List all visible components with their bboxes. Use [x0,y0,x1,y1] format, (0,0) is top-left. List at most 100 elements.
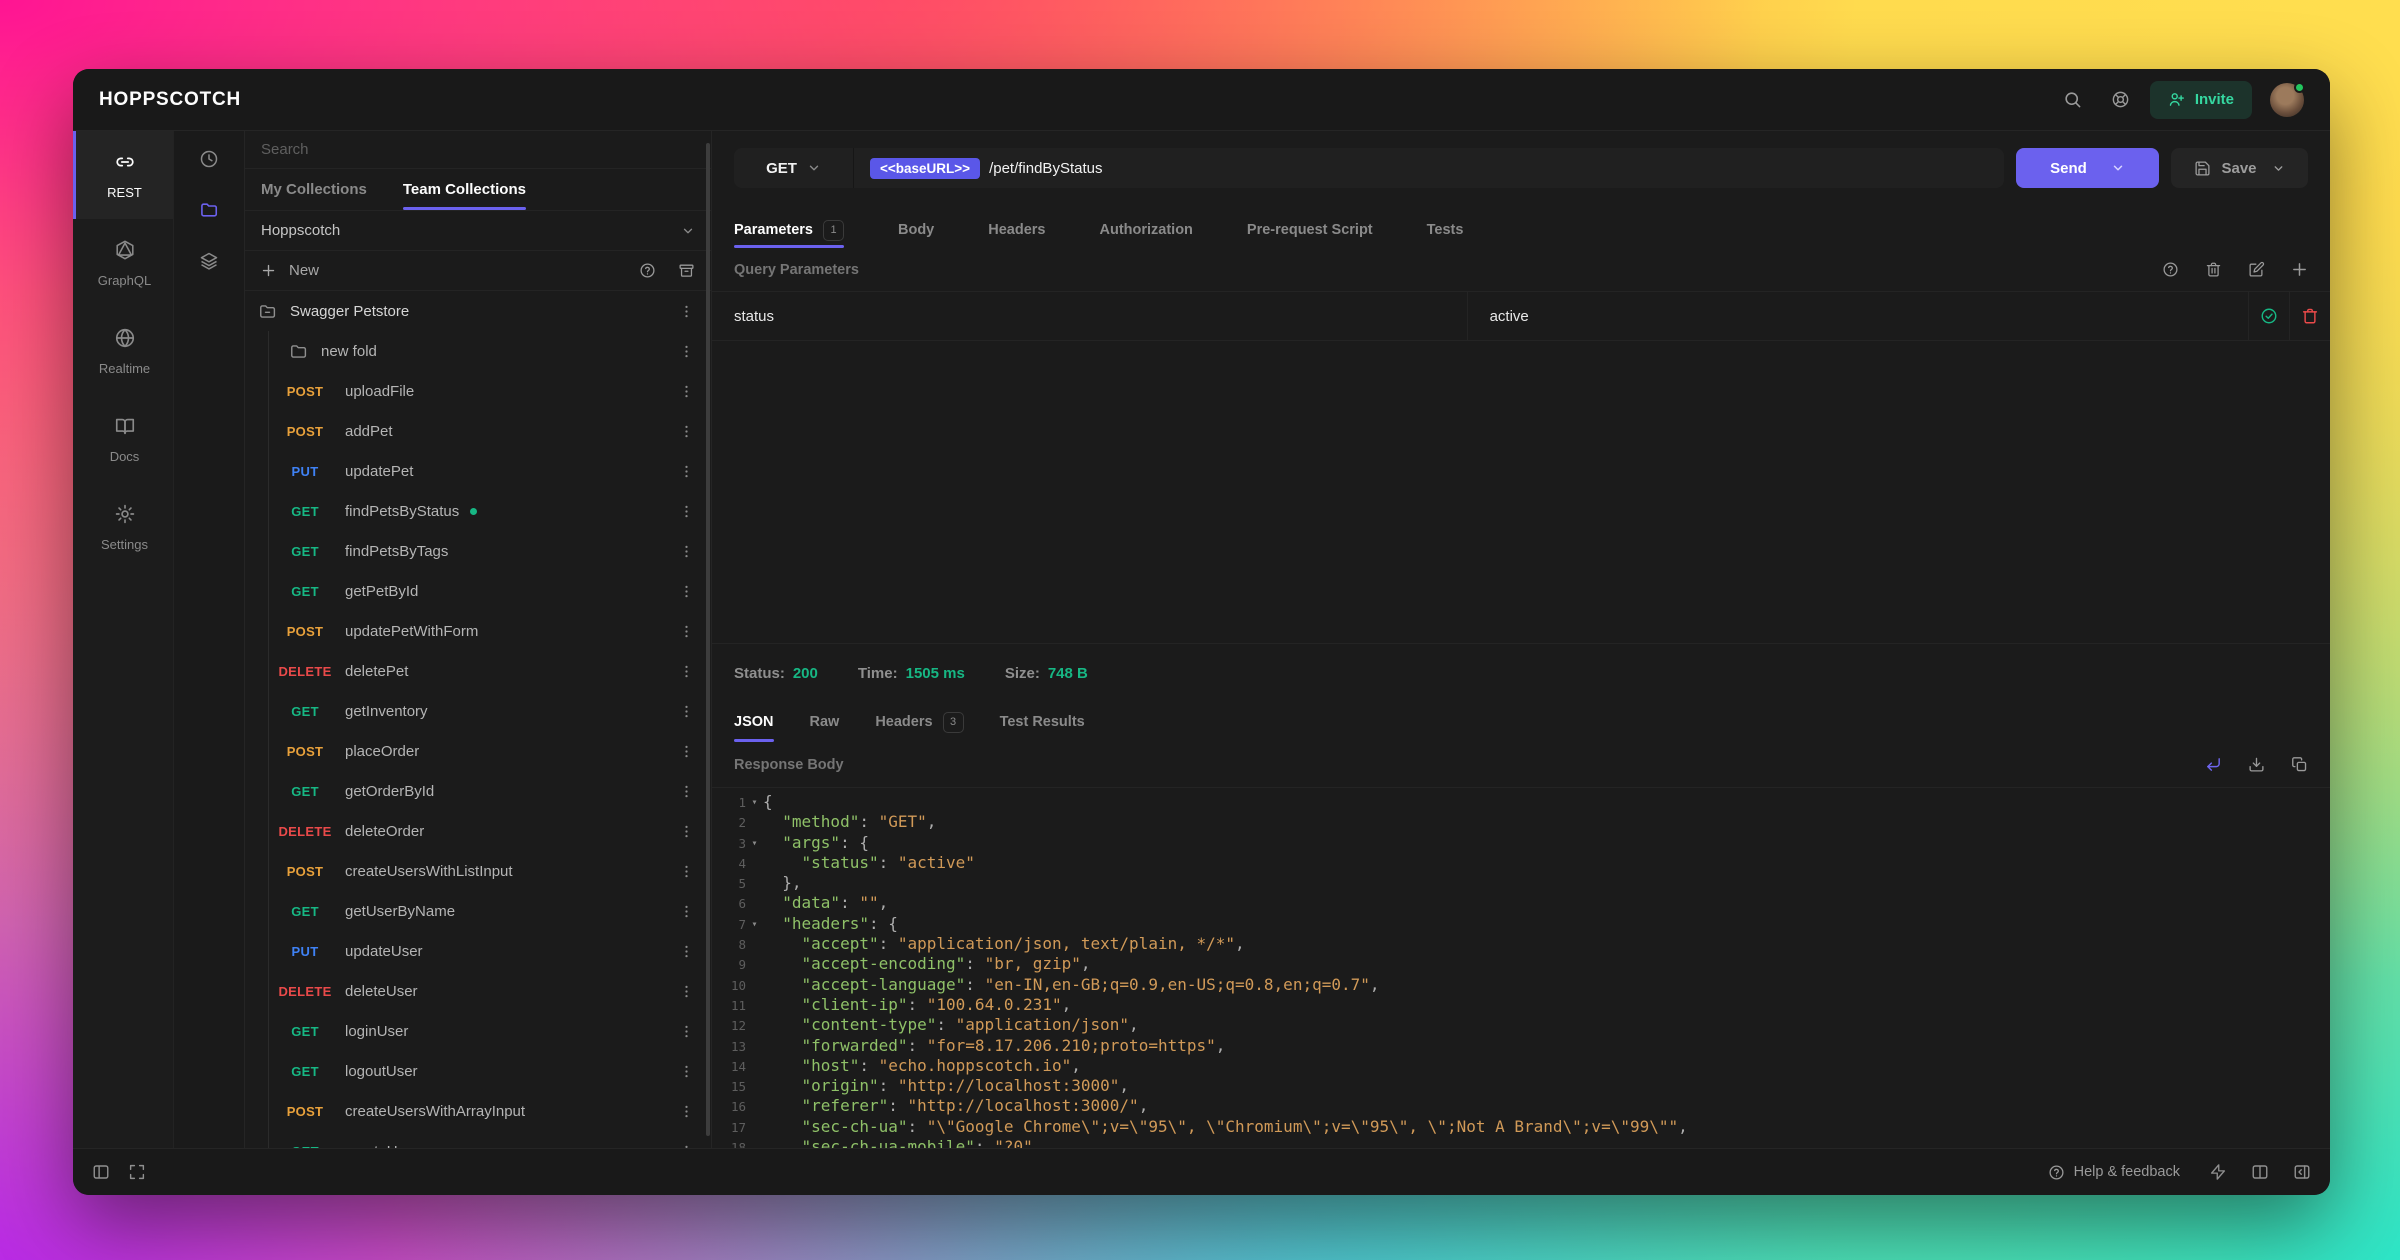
kebab-menu-icon[interactable] [669,583,703,600]
team-selector[interactable]: Hoppscotch [245,211,711,251]
kebab-menu-icon[interactable] [669,943,703,960]
request-row[interactable]: POSTplaceOrder [245,731,711,771]
kebab-menu-icon[interactable] [669,1103,703,1120]
response-tab-headers[interactable]: Headers3 [875,702,963,742]
kebab-menu-icon[interactable] [669,423,703,440]
sidebar-item-rest[interactable]: REST [73,131,173,219]
request-row[interactable]: POSTaddPet [245,411,711,451]
send-button[interactable]: Send [2016,148,2159,188]
tab-pre-request-script[interactable]: Pre-request Script [1247,212,1373,248]
copy-icon[interactable] [2291,756,2308,773]
kebab-menu-icon[interactable] [669,703,703,720]
kebab-menu-icon[interactable] [669,463,703,480]
kebab-menu-icon[interactable] [669,743,703,760]
request-row[interactable]: GETfindPetsByTags [245,531,711,571]
request-row[interactable]: POSTupdatePetWithForm [245,611,711,651]
tab-body[interactable]: Body [898,212,934,248]
parameter-key-input[interactable]: status [712,292,1468,340]
method-label: GET [275,584,335,599]
split-panel-icon[interactable] [2242,1154,2278,1190]
request-row[interactable]: GETgetPetById [245,571,711,611]
collections-scrollbar[interactable] [706,143,710,1136]
collection-row[interactable]: Swagger Petstore [245,291,711,331]
tab-my-collections[interactable]: My Collections [261,169,367,210]
environments-layers-icon[interactable] [189,241,229,281]
kebab-menu-icon[interactable] [669,823,703,840]
delete-all-trash-icon[interactable] [2205,261,2222,278]
request-row[interactable]: POSTcreateUsersWithArrayInput [245,1091,711,1131]
sidebar-item-settings[interactable]: Settings [73,483,173,571]
toggle-sidebar-icon[interactable] [83,1154,119,1190]
kebab-menu-icon[interactable] [669,1143,703,1149]
kebab-menu-icon[interactable] [669,383,703,400]
expand-fullscreen-icon[interactable] [119,1154,155,1190]
avatar[interactable] [2270,83,2304,117]
kebab-menu-icon[interactable] [669,783,703,800]
tab-headers[interactable]: Headers [988,212,1045,248]
code-line: 5 }, [720,873,2330,893]
parameter-active-toggle[interactable] [2248,292,2289,340]
sidebar-item-graphql[interactable]: GraphQL [73,219,173,307]
request-row[interactable]: GETgetOrderById [245,771,711,811]
kebab-menu-icon[interactable] [669,1063,703,1080]
collapse-right-panel-icon[interactable] [2284,1154,2320,1190]
kebab-menu-icon[interactable] [669,503,703,520]
help-circle-icon[interactable] [639,262,656,279]
invite-button[interactable]: Invite [2150,81,2252,119]
shortcuts-zap-icon[interactable] [2200,1154,2236,1190]
request-row[interactable]: GETgetInventory [245,691,711,731]
response-tab-raw[interactable]: Raw [810,702,840,742]
sidebar-item-docs[interactable]: Docs [73,395,173,483]
request-row[interactable]: GETcreateUser [245,1131,711,1148]
request-row[interactable]: PUTupdateUser [245,931,711,971]
help-feedback-button[interactable]: Help & feedback [2048,1164,2180,1181]
kebab-menu-icon[interactable] [669,983,703,1000]
collections-folder-icon[interactable] [189,190,229,230]
archive-icon[interactable] [678,262,695,279]
tab-tests[interactable]: Tests [1427,212,1464,248]
request-row[interactable]: DELETEdeleteUser [245,971,711,1011]
kebab-menu-icon[interactable] [669,543,703,560]
collections-search-input[interactable]: Search [245,131,711,169]
response-tab-json[interactable]: JSON [734,702,774,742]
kebab-menu-icon[interactable] [669,343,703,360]
history-icon[interactable] [189,139,229,179]
request-row[interactable]: GETloginUser [245,1011,711,1051]
tab-count-badge: 3 [943,712,964,733]
sidebar-item-realtime[interactable]: Realtime [73,307,173,395]
save-button[interactable]: Save [2171,148,2308,188]
search-icon[interactable] [2054,81,2092,119]
request-row[interactable]: DELETEdeletePet [245,651,711,691]
request-row[interactable]: GETfindPetsByStatus [245,491,711,531]
kebab-menu-icon[interactable] [669,1023,703,1040]
url-input[interactable]: <<baseURL>> /pet/findByStatus [854,148,2004,188]
help-circle-icon[interactable] [2162,261,2179,278]
tab-parameters[interactable]: Parameters1 [734,212,844,248]
request-row[interactable]: DELETEdeleteOrder [245,811,711,851]
parameter-value-input[interactable]: active [1468,292,2248,340]
method-selector[interactable]: GET [734,148,854,188]
response-body-code[interactable]: 1▾{2 "method": "GET",3▾ "args": {4 "stat… [712,788,2330,1148]
request-row[interactable]: PUTupdatePet [245,451,711,491]
folder-row[interactable]: new fold [245,331,711,371]
response-tab-test-results[interactable]: Test Results [1000,702,1085,742]
request-row[interactable]: POSTcreateUsersWithListInput [245,851,711,891]
request-row[interactable]: POSTuploadFile [245,371,711,411]
wrap-lines-icon[interactable] [2205,756,2222,773]
kebab-menu-icon[interactable] [669,623,703,640]
tab-team-collections[interactable]: Team Collections [403,169,526,210]
request-row[interactable]: GETlogoutUser [245,1051,711,1091]
parameter-delete-button[interactable] [2289,292,2330,340]
new-collection-button[interactable]: New [289,262,319,279]
kebab-menu-icon[interactable] [669,903,703,920]
plus-icon[interactable] [261,263,276,278]
edit-icon[interactable] [2248,261,2265,278]
tab-authorization[interactable]: Authorization [1099,212,1192,248]
kebab-menu-icon[interactable] [669,303,703,320]
request-row[interactable]: GETgetUserByName [245,891,711,931]
kebab-menu-icon[interactable] [669,863,703,880]
kebab-menu-icon[interactable] [669,663,703,680]
download-icon[interactable] [2248,756,2265,773]
add-parameter-plus-icon[interactable] [2291,261,2308,278]
support-icon[interactable] [2102,81,2140,119]
